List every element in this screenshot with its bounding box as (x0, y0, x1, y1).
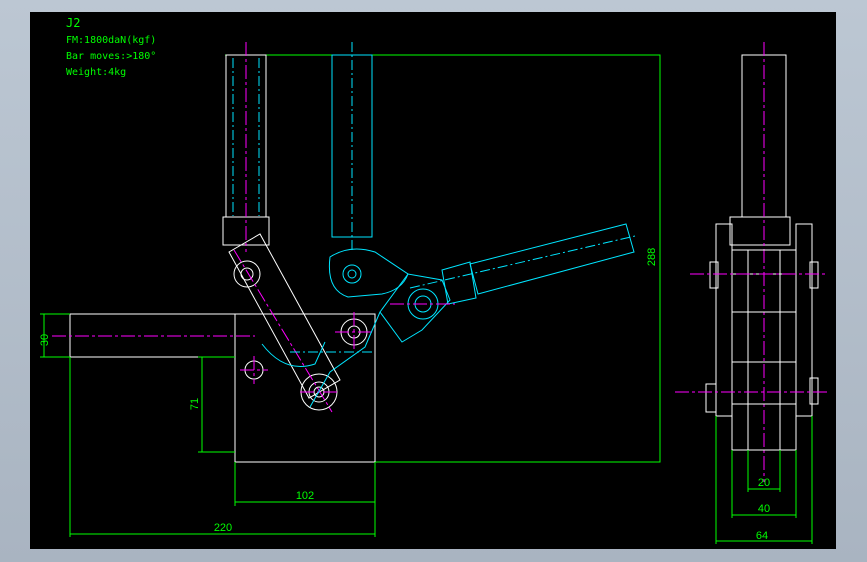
dim-288: 288 (646, 248, 658, 266)
dim-71: 71 (189, 398, 201, 410)
side-bolt-upper-right (809, 261, 819, 289)
pivot-upper (233, 260, 261, 288)
clamp-drawing: 30 71 102 220 288 20 40 64 (39, 42, 830, 544)
dim-20: 20 (758, 477, 770, 489)
side-bolt-lower-left (705, 383, 717, 413)
handle-alt-angled (469, 223, 635, 295)
front-view (52, 42, 661, 463)
dim-30: 30 (39, 334, 51, 346)
front-dimensions: 30 71 102 220 288 (39, 248, 658, 537)
dim-40: 40 (758, 503, 770, 515)
dim-64: 64 (756, 530, 768, 542)
link-alt-middle (379, 273, 451, 343)
side-bolt-lower-right (809, 377, 819, 405)
side-plate-left (715, 223, 733, 417)
side-view (675, 42, 830, 482)
dim-220: 220 (214, 522, 232, 534)
side-bolt-upper-left (709, 261, 719, 289)
side-collar (729, 216, 791, 246)
link-alt-arc (261, 341, 326, 367)
dim-102: 102 (296, 490, 314, 502)
envelope-frame (225, 54, 661, 463)
cad-viewport[interactable]: J2 FM:1800daN(kgf) Bar moves:>180° Weigh… (30, 12, 836, 549)
